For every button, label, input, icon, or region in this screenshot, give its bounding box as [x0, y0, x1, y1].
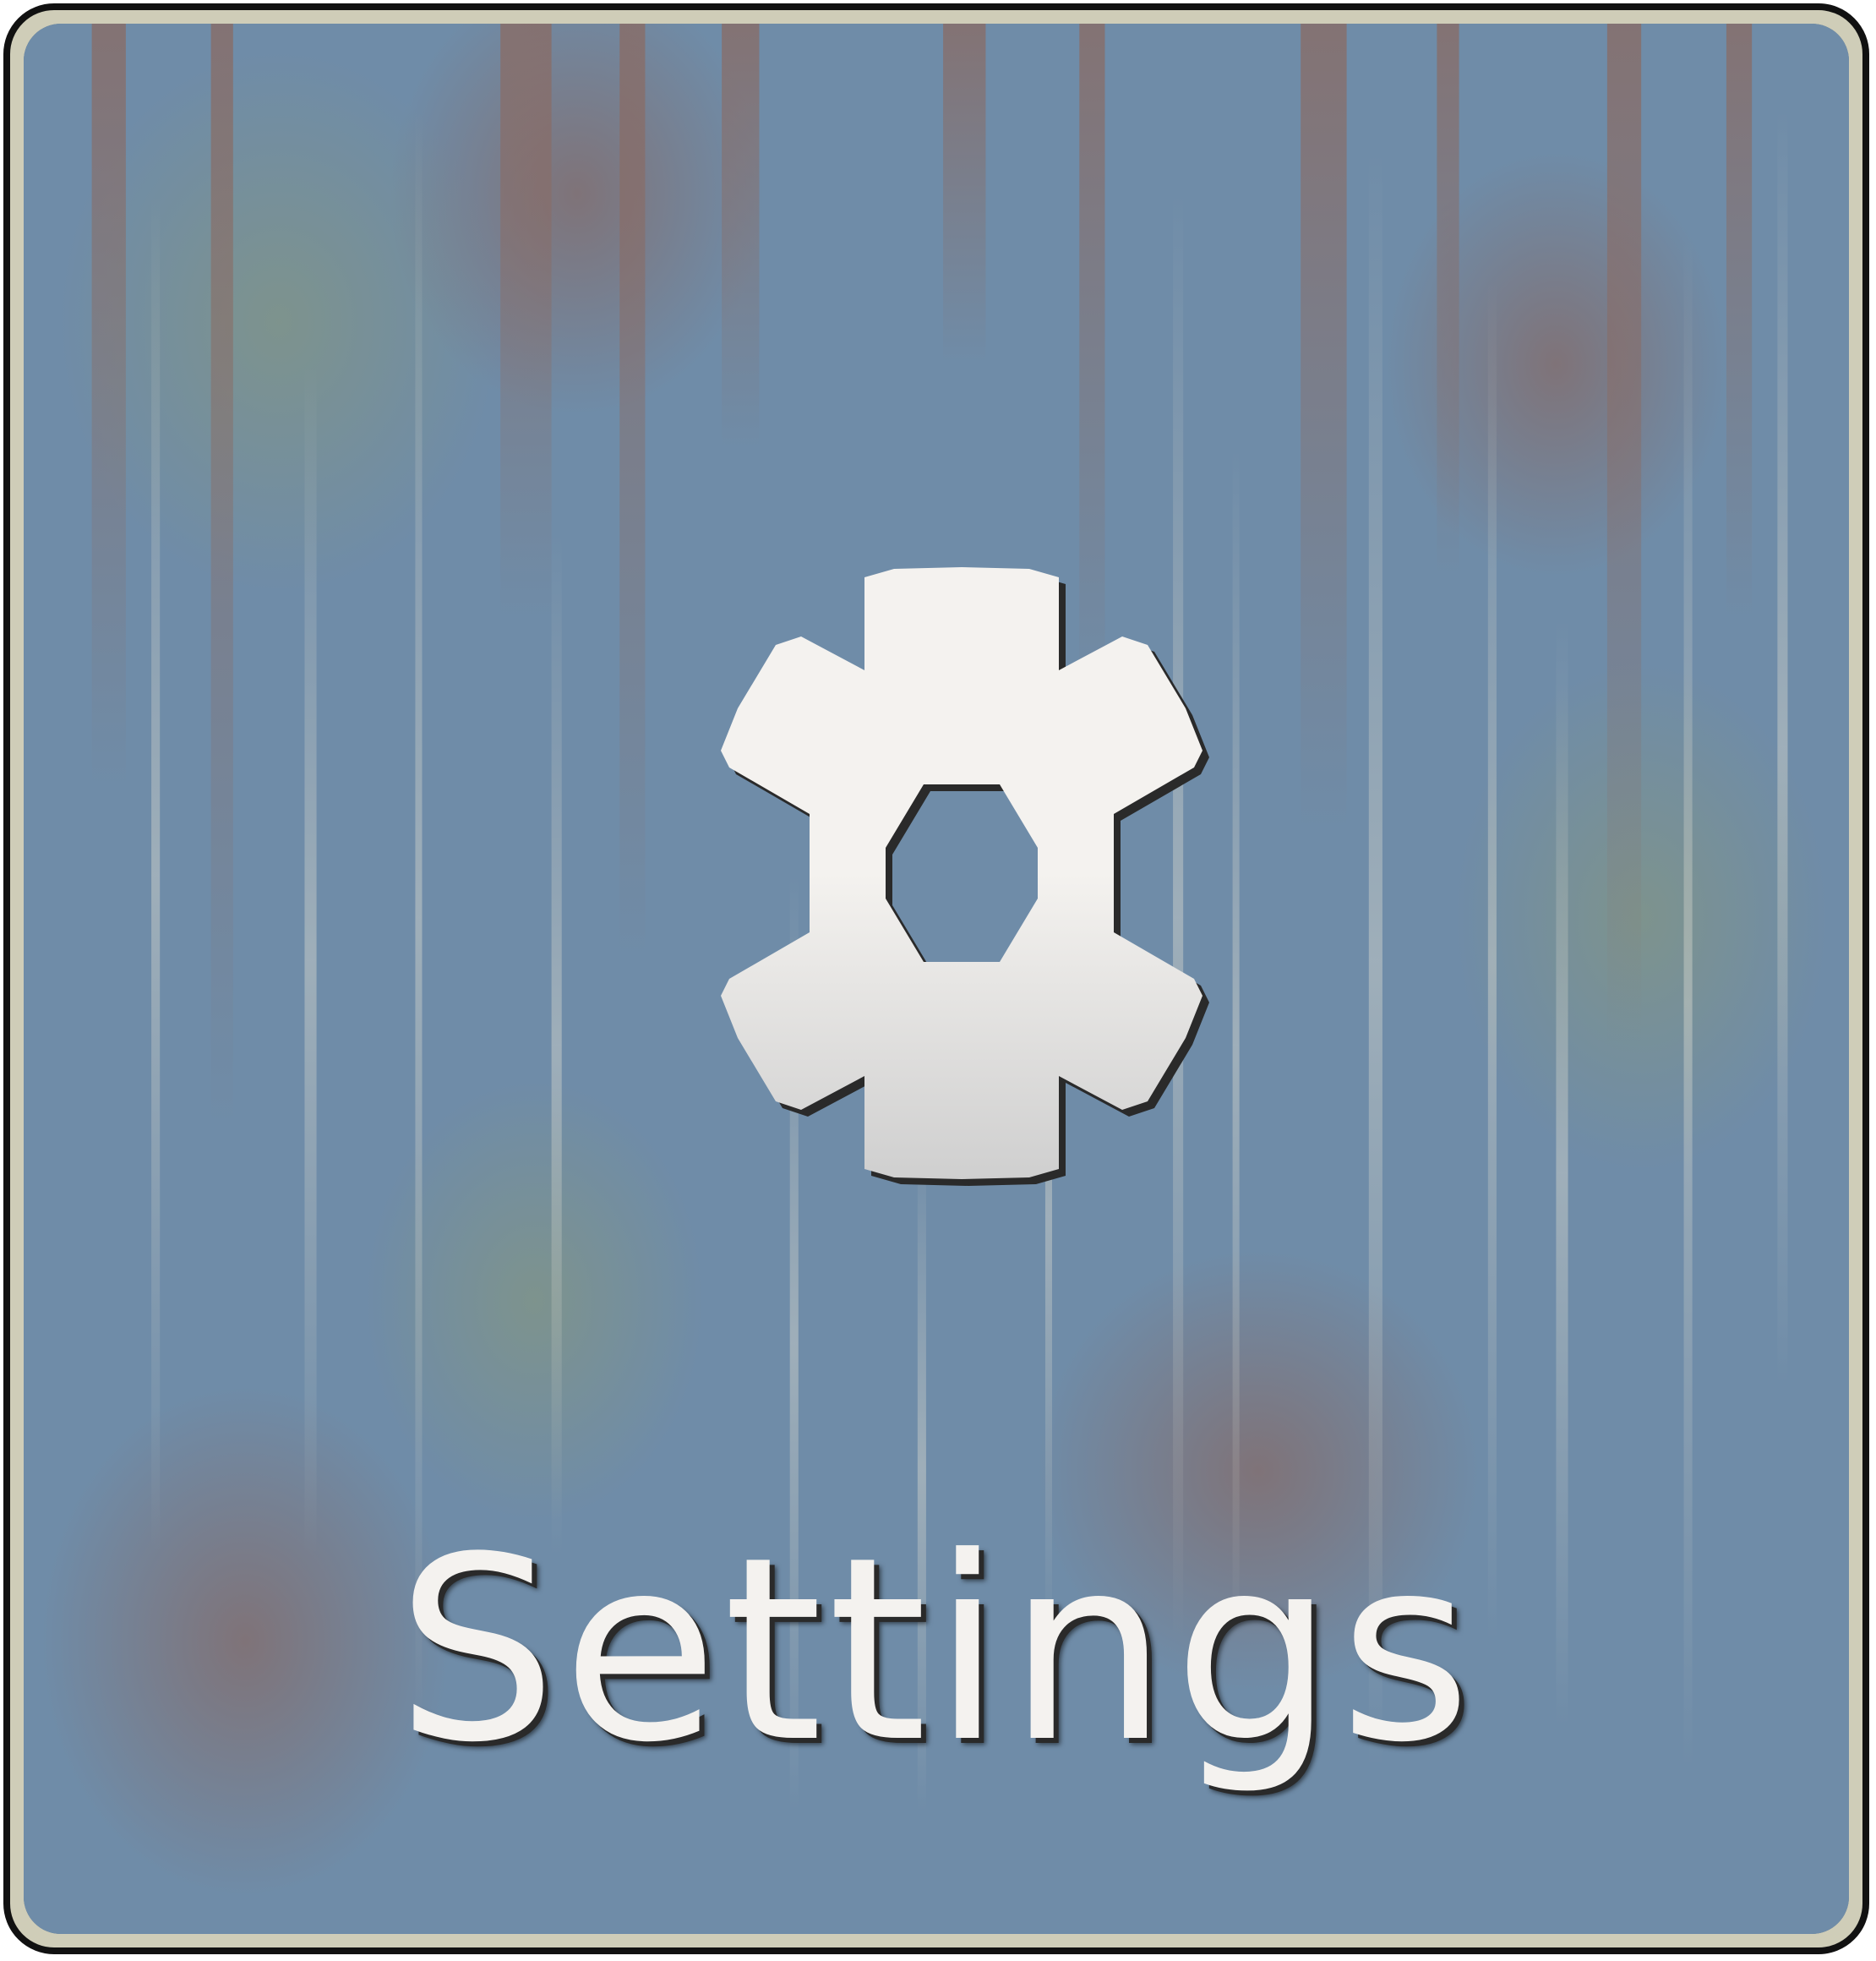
- tile-background: Settings: [24, 24, 1849, 1934]
- tile-label: Settings: [395, 1503, 1477, 1798]
- settings-tile[interactable]: Settings: [3, 3, 1869, 1954]
- gear-icon: [721, 567, 1209, 1186]
